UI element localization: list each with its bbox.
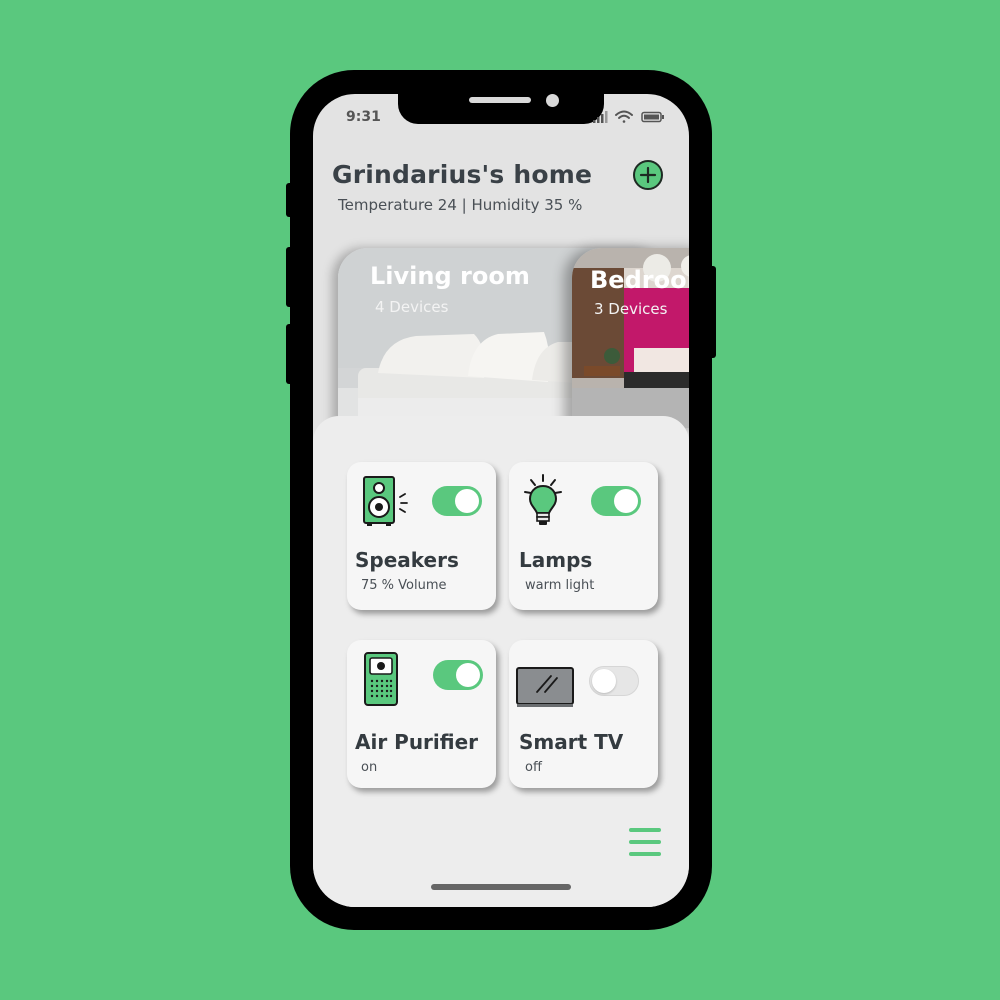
- app-screen: 9:31 Grindarius's home Temperature 24 | …: [313, 94, 689, 907]
- volume-down-button: [286, 324, 294, 384]
- plus-icon: [639, 166, 657, 184]
- menu-button[interactable]: [629, 828, 663, 858]
- add-button[interactable]: [633, 160, 663, 190]
- device-status: on: [361, 760, 378, 775]
- device-status: off: [525, 760, 542, 775]
- status-icons: [593, 110, 664, 123]
- speaker-icon: [363, 476, 408, 526]
- earpiece: [469, 97, 531, 103]
- air-purifier-toggle[interactable]: [433, 660, 483, 690]
- lightbulb-icon: [524, 474, 562, 525]
- device-card-smart-tv[interactable]: Smart TV off: [509, 640, 658, 788]
- room-name: Bedroom: [590, 266, 689, 294]
- notch: [398, 94, 604, 124]
- device-name: Air Purifier: [355, 730, 479, 754]
- home-climate-summary: Temperature 24 | Humidity 35 %: [338, 196, 583, 214]
- hamburger-icon-bar: [629, 840, 661, 844]
- device-name: Lamps: [519, 548, 593, 572]
- home-title: Grindarius's home: [332, 160, 593, 189]
- room-device-count: 3 Devices: [594, 300, 668, 318]
- phone-frame: 9:31 Grindarius's home Temperature 24 | …: [286, 70, 716, 930]
- hamburger-icon-bar: [629, 828, 661, 832]
- signal-icon: [593, 111, 608, 123]
- air-purifier-icon: [364, 652, 398, 706]
- device-name: Speakers: [355, 548, 459, 572]
- volume-up-button: [286, 247, 294, 307]
- room-card-bedroom[interactable]: Bedroom 3 Devices: [572, 248, 689, 428]
- room-device-count: 4 Devices: [375, 298, 449, 316]
- power-button: [708, 266, 716, 358]
- device-card-air-purifier[interactable]: Air Purifier on: [347, 640, 496, 788]
- hamburger-icon-bar: [629, 852, 661, 856]
- wifi-icon: [615, 110, 633, 123]
- device-card-speakers[interactable]: Speakers 75 % Volume: [347, 462, 496, 610]
- front-camera: [546, 94, 559, 107]
- toggle-knob: [456, 663, 480, 687]
- device-name: Smart TV: [519, 730, 624, 754]
- mute-switch: [286, 183, 294, 217]
- smart-tv-toggle[interactable]: [589, 666, 639, 696]
- toggle-knob: [455, 489, 479, 513]
- room-name: Living room: [370, 262, 530, 290]
- battery-icon: [641, 111, 664, 123]
- home-indicator[interactable]: [431, 884, 571, 890]
- device-status: 75 % Volume: [361, 578, 447, 593]
- tv-icon: [516, 667, 574, 707]
- toggle-knob: [592, 669, 616, 693]
- lamps-toggle[interactable]: [591, 486, 641, 516]
- status-time: 9:31: [346, 109, 381, 125]
- speakers-toggle[interactable]: [432, 486, 482, 516]
- device-status: warm light: [525, 578, 595, 593]
- toggle-knob: [614, 489, 638, 513]
- device-card-lamps[interactable]: Lamps warm light: [509, 462, 658, 610]
